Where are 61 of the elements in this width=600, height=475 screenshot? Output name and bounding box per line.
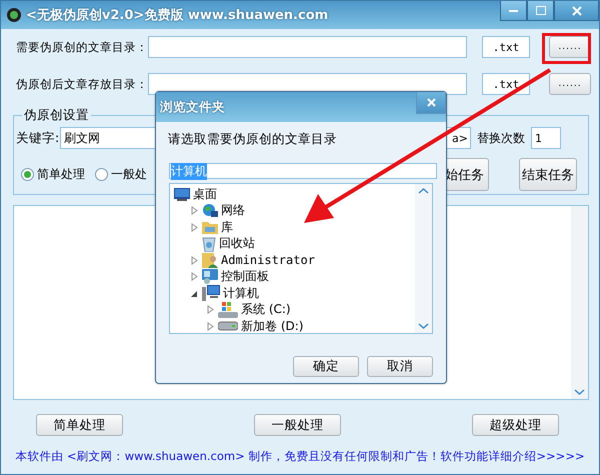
minimize-button[interactable] — [500, 1, 527, 21]
windows-drive-icon — [218, 302, 238, 318]
tree-item[interactable]: 库 — [221, 218, 233, 236]
replace-count-field[interactable]: 1 — [531, 127, 561, 149]
expand-arrow-icon[interactable] — [206, 322, 215, 331]
stop-task-button[interactable]: 结束任务 — [519, 158, 577, 191]
footer-link[interactable]: 本软件由 <刷文网：www.shuawen.com> 制作，免费且没有任何限制和广告！软件功能详细介绍>>>>> — [1, 449, 599, 464]
browse-button[interactable]: ...... — [549, 36, 591, 58]
field-label: 伪原创后文章存放目录： — [16, 76, 148, 92]
bin-icon — [202, 236, 216, 252]
close-button[interactable] — [554, 1, 599, 21]
tree-item[interactable]: 控制面板 — [221, 268, 269, 286]
dialog-button[interactable]: 取消 — [367, 356, 433, 377]
close-icon — [426, 98, 436, 107]
process-button[interactable]: 一般处理 — [254, 414, 341, 436]
minimize-icon — [509, 9, 518, 12]
tree-item[interactable]: 回收站 — [219, 235, 255, 252]
radio-button[interactable] — [21, 168, 34, 181]
close-icon — [572, 6, 582, 16]
highlight-frame — [542, 33, 591, 64]
directory-field[interactable] — [148, 36, 467, 58]
user-folder-icon — [202, 252, 218, 268]
app-logo-icon — [7, 8, 21, 22]
window-title: <无极伪原创v2.0>免费版 www.shuawen.com — [26, 7, 328, 24]
expand-arrow-icon[interactable] — [190, 222, 199, 232]
folder-icon — [202, 220, 218, 234]
group-title: 伪原创设置 — [23, 107, 90, 124]
radio-button[interactable] — [95, 168, 108, 181]
computer-icon — [202, 285, 220, 302]
dialog-title: 浏览文件夹 — [160, 98, 225, 116]
browse-button[interactable]: ...... — [549, 73, 591, 95]
control-panel-icon — [202, 269, 218, 284]
extension-button[interactable]: .txt — [482, 73, 530, 95]
radio-label[interactable]: 简单处理 — [37, 166, 85, 183]
field-label: 需要伪原创的文章目录： — [16, 40, 148, 54]
maximize-icon — [536, 6, 546, 15]
replace-count-label: 替换次数 — [477, 130, 525, 146]
dialog-button[interactable]: 确定 — [293, 356, 359, 377]
maximize-button[interactable] — [527, 1, 554, 21]
scrollbar[interactable] — [571, 206, 588, 399]
dialog-close-button[interactable] — [416, 92, 446, 114]
tree-item[interactable]: 新加卷 (D:) — [241, 318, 304, 333]
tree-item[interactable]: 网络 — [221, 202, 245, 220]
expand-arrow-icon[interactable] — [190, 256, 199, 265]
tree-item[interactable]: 桌面 — [193, 186, 217, 203]
globe-icon — [202, 202, 218, 219]
process-button[interactable]: 简单处理 — [36, 414, 123, 436]
expand-arrow-icon[interactable] — [206, 305, 215, 314]
extension-button[interactable]: .txt — [482, 36, 530, 58]
expand-arrow-icon[interactable] — [190, 206, 199, 216]
expand-arrow-icon[interactable] — [190, 272, 199, 282]
tree-item[interactable]: 系统 (C:) — [241, 301, 291, 318]
radio-label[interactable]: 一般处 — [111, 166, 147, 183]
monitor-icon — [174, 188, 190, 201]
tree-item[interactable]: 计算机 — [223, 284, 259, 302]
keyword-label: 关键字: — [16, 130, 60, 146]
drive-icon — [218, 321, 238, 332]
process-button[interactable]: 超级处理 — [472, 414, 559, 436]
tree-scrollbar[interactable] — [415, 184, 432, 333]
tree-item[interactable]: Administrator — [221, 253, 315, 268]
collapse-arrow-icon[interactable] — [190, 288, 199, 298]
